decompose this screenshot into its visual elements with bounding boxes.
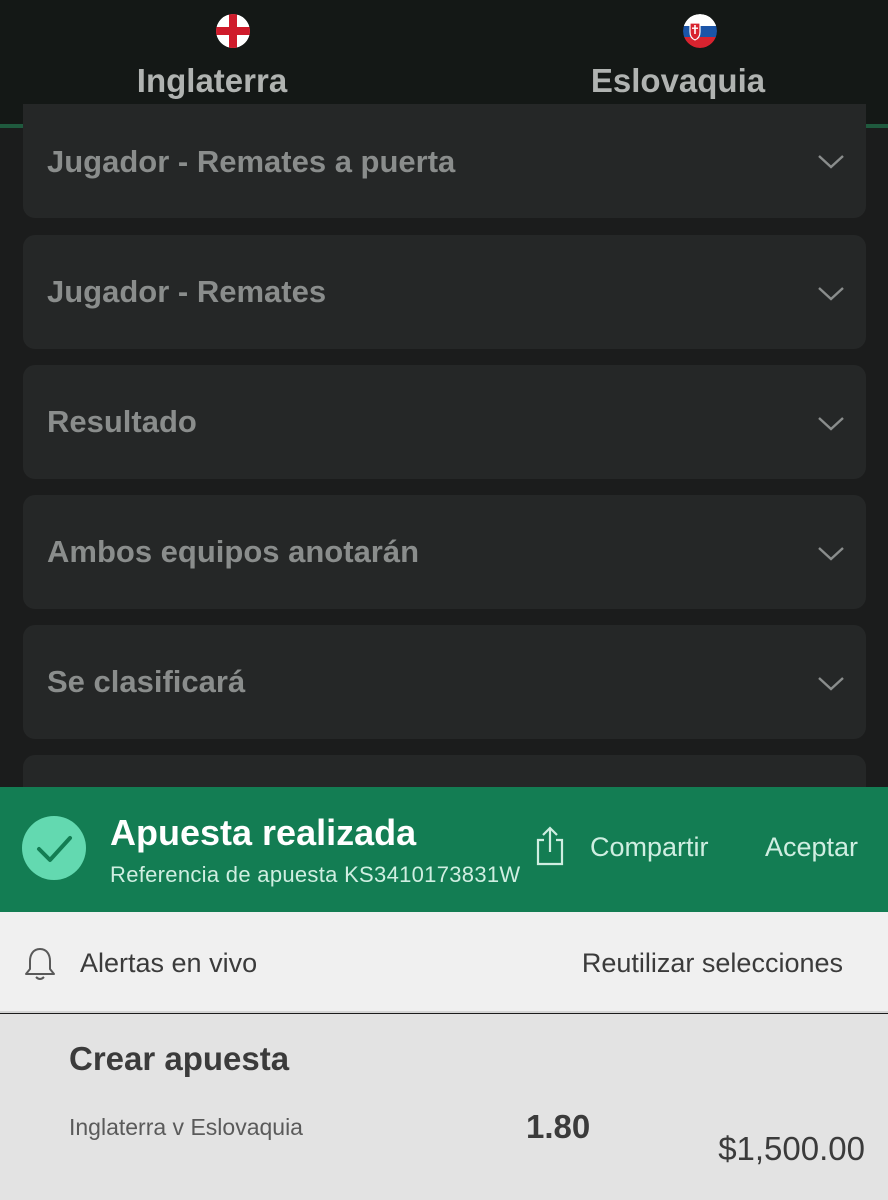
live-alerts-button[interactable]: Alertas en vivo: [80, 948, 257, 979]
accept-button[interactable]: Aceptar: [765, 832, 858, 863]
market-player-shots-on-target[interactable]: Jugador - Remates a puerta: [23, 104, 866, 218]
bet-odds: 1.80: [526, 1108, 591, 1145]
slovakia-flag-icon: [683, 14, 717, 48]
share-button[interactable]: Compartir: [590, 832, 709, 863]
market-result[interactable]: Resultado: [23, 365, 866, 479]
reuse-selections-button[interactable]: Reutilizar selecciones: [582, 948, 843, 979]
chevron-down-icon: [816, 538, 846, 568]
chevron-down-icon: [816, 146, 846, 176]
away-team-name: Eslovaquia: [590, 62, 766, 99]
chevron-down-icon: [816, 408, 846, 438]
market-label: Jugador - Remates: [47, 274, 327, 309]
chevron-down-icon: [816, 278, 846, 308]
bet-stake: $1,500.00: [718, 1130, 865, 1167]
market-both-teams-score[interactable]: Ambos equipos anotarán: [23, 495, 866, 609]
market-to-qualify[interactable]: Se clasificará: [23, 625, 866, 739]
market-player-shots[interactable]: Jugador - Remates: [23, 235, 866, 349]
market-label: Resultado: [47, 404, 197, 439]
bell-icon[interactable]: [24, 946, 56, 982]
market-label: Jugador - Remates a puerta: [47, 144, 456, 179]
bet-event: Inglaterra v Eslovaquia: [69, 1114, 303, 1140]
bet-type-title: Crear apuesta: [69, 1040, 290, 1077]
home-team-name: Inglaterra: [136, 62, 288, 99]
checkmark-icon: [22, 816, 86, 880]
market-label: Ambos equipos anotarán: [47, 534, 420, 569]
bet-reference: Referencia de apuesta KS3410173831W: [110, 862, 521, 887]
chevron-down-icon: [816, 668, 846, 698]
share-icon[interactable]: [534, 826, 566, 866]
england-flag-icon: [216, 14, 250, 48]
market-label: Se clasificará: [47, 664, 246, 699]
banner-title: Apuesta realizada: [110, 812, 417, 853]
